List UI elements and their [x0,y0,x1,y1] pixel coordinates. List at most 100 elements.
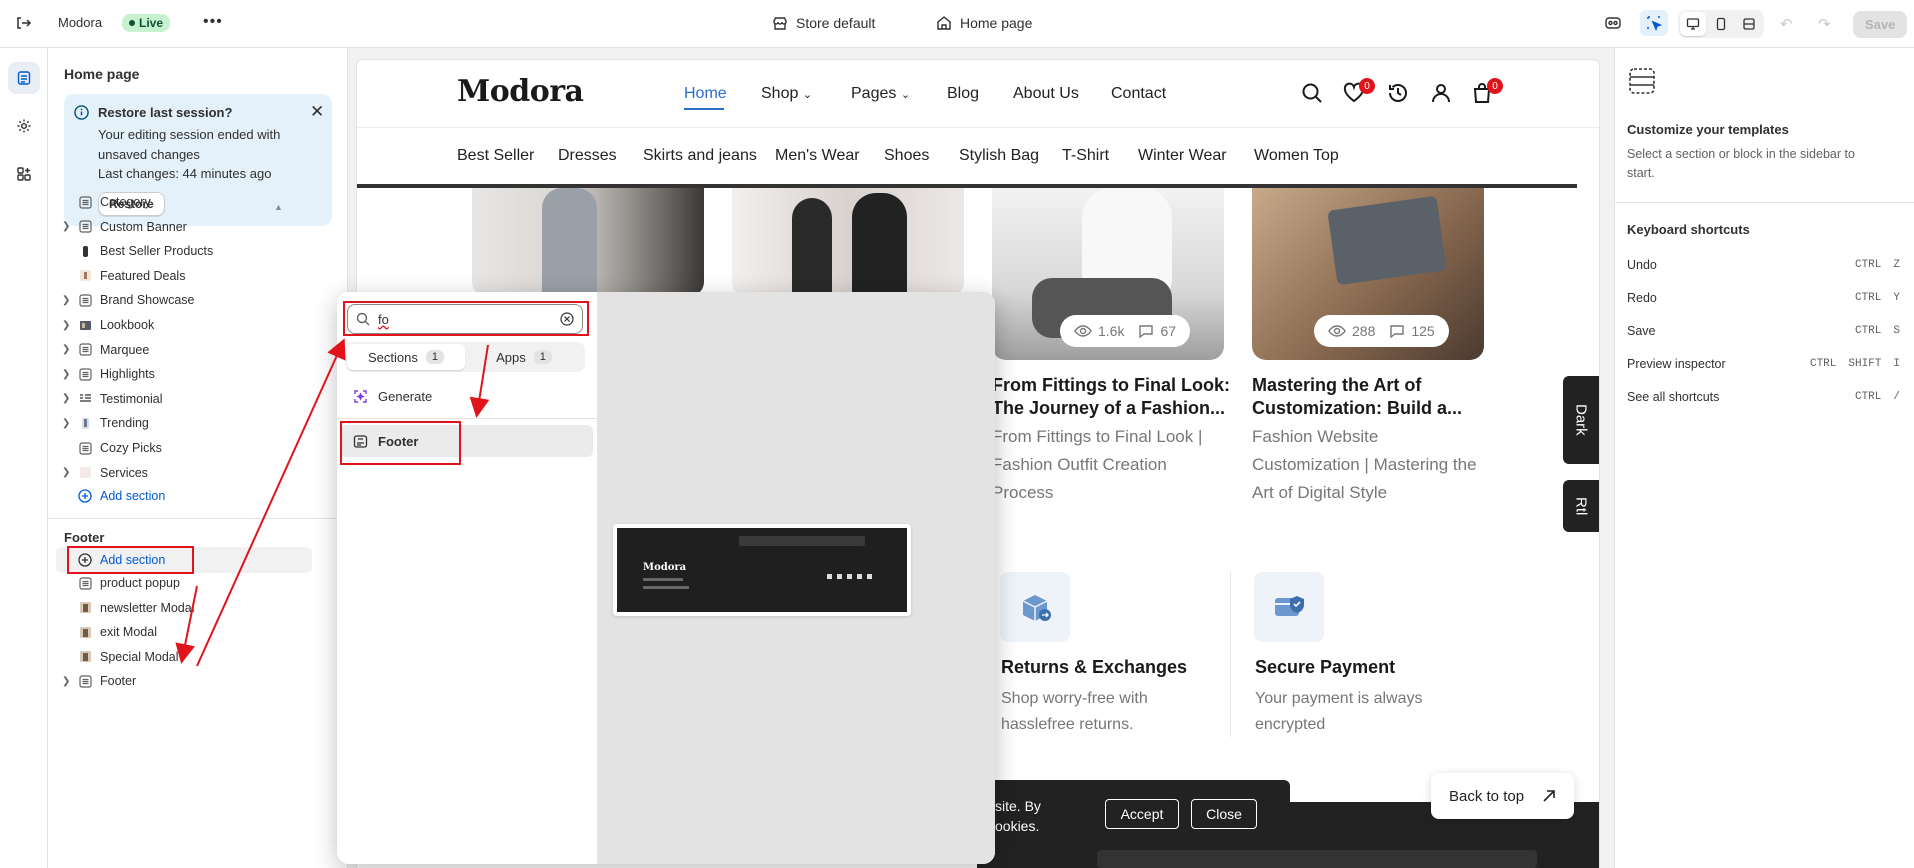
apps-icon[interactable] [8,158,40,190]
save-button[interactable]: Save [1853,11,1908,38]
desktop-icon[interactable] [1680,12,1706,36]
post-title[interactable]: From Fittings to Final Look: The Journey… [992,374,1232,420]
back-to-top-button[interactable]: Back to top [1431,773,1575,819]
shortcut-key: CTRL [1854,390,1882,403]
close-button[interactable]: Close [1191,799,1257,829]
section-icon [78,650,92,664]
footer-item-footer[interactable]: ❯ Footer [48,666,338,696]
more-icon[interactable]: ••• [203,13,223,31]
shortcut-key: I [1893,357,1900,370]
category-link[interactable]: Women Top [1254,147,1339,165]
generate-item[interactable]: Generate [341,380,593,412]
menu-home[interactable]: Home [684,85,727,103]
section-icon [78,441,92,455]
post-title[interactable]: Mastering the Art of Customization: Buil… [1252,374,1492,420]
chevron-right-icon[interactable]: ❯ [62,393,76,404]
home-icon [936,15,952,31]
chevron-right-icon[interactable]: ❯ [62,369,76,380]
page-selector[interactable]: Home page [936,15,1032,31]
blog-image[interactable] [472,188,704,296]
sections-icon[interactable] [8,62,40,94]
chevron-right-icon[interactable]: ❯ [62,676,76,687]
comments: 67 [1138,323,1176,339]
feature-title: Secure Payment [1255,657,1396,677]
shortcut-key: Z [1893,258,1900,271]
redo-icon[interactable]: ↷ [1818,15,1831,33]
accept-button[interactable]: Accept [1105,799,1179,829]
person-figure [542,188,597,296]
section-icon [78,367,92,381]
close-icon[interactable]: ✕ [310,102,324,122]
store-selector[interactable]: Store default [772,15,875,31]
category-link[interactable]: Skirts and jeans [643,147,757,165]
exit-icon[interactable] [14,14,32,32]
tab-sections[interactable]: Sections 1 [347,344,465,370]
section-label: Lookbook [100,318,155,332]
chevron-right-icon[interactable]: ❯ [62,221,76,232]
inspector-icon[interactable] [1604,14,1622,32]
feature-desc: Your payment is always encrypted [1255,690,1423,733]
section-label: Cozy Picks [100,441,162,455]
store-selector-label: Store default [796,15,876,31]
history-icon[interactable] [1387,82,1409,104]
section-label: Custom Banner [100,219,187,234]
chevron-down-icon: ⌄ [900,89,911,101]
blog-image[interactable] [732,188,964,296]
add-section-button[interactable]: Add section [48,481,338,511]
shortcut-label: See all shortcuts [1627,389,1720,404]
menu-pages[interactable]: Pages ⌄ [851,85,910,103]
divider [48,518,347,519]
rtl-tab[interactable]: Rtl [1563,480,1599,532]
menu-blog[interactable]: Blog [947,85,979,103]
tab-sections-label: Sections [368,349,418,365]
chevron-right-icon[interactable]: ❯ [62,295,76,306]
category-link[interactable]: T-Shirt [1062,147,1109,165]
footer-preview-thumb: Modora [617,528,907,612]
chevron-down-icon: ⌄ [802,89,813,101]
account-icon[interactable] [1430,82,1452,104]
select-cursor-icon[interactable] [1640,10,1668,36]
section-label: Special Modal [100,649,179,664]
right-panel: Customize your templates Select a sectio… [1614,48,1914,868]
section-icon [78,293,92,307]
chevron-right-icon[interactable]: ❯ [62,418,76,429]
secure-card-icon [1254,572,1324,642]
page-title: Home page [64,66,140,82]
divider [1615,202,1914,203]
live-dot-icon [129,20,135,26]
menu-contact[interactable]: Contact [1111,85,1166,103]
category-link[interactable]: Best Seller [457,147,534,165]
shortcut-row: Undo CTRL Z [1627,248,1903,281]
post-stats: 288 125 [1314,315,1449,347]
mobile-icon[interactable] [1708,12,1734,36]
chevron-right-icon[interactable]: ❯ [62,320,76,331]
store-logo[interactable]: Modora [457,74,584,109]
menu-shop[interactable]: Shop ⌄ [761,85,812,103]
category-link[interactable]: Winter Wear [1138,147,1227,165]
dark-mode-tab[interactable]: Dark [1563,376,1599,464]
shortcut-keys: CTRL Y [1852,290,1903,306]
fullwidth-icon[interactable] [1736,12,1762,36]
category-link[interactable]: Stylish Bag [959,147,1039,165]
views: 1.6k [1074,323,1124,339]
tab-apps[interactable]: Apps 1 [465,344,583,370]
cookie-text-2: ookies. [995,818,1040,834]
section-label: Trending [100,416,149,431]
search-icon[interactable] [1301,82,1323,104]
settings-gear-icon[interactable] [8,110,40,142]
shortcut-row[interactable]: See all shortcuts CTRL / [1627,380,1903,413]
person-figure [792,198,832,296]
section-label: Brand Showcase [100,293,195,308]
shortcut-row: Redo CTRL Y [1627,281,1903,314]
section-label: Testimonial [100,391,163,406]
menu-about[interactable]: About Us [1013,85,1079,103]
category-link[interactable]: Shoes [884,147,929,165]
chevron-right-icon[interactable]: ❯ [62,467,76,478]
category-link[interactable]: Men's Wear [775,147,860,165]
undo-icon[interactable]: ↶ [1780,15,1793,33]
chevron-right-icon[interactable]: ❯ [62,344,76,355]
category-link[interactable]: Dresses [558,147,617,165]
section-icon [78,466,92,480]
shortcut-label: Redo [1627,290,1657,305]
shortcut-key: SHIFT [1848,357,1882,370]
